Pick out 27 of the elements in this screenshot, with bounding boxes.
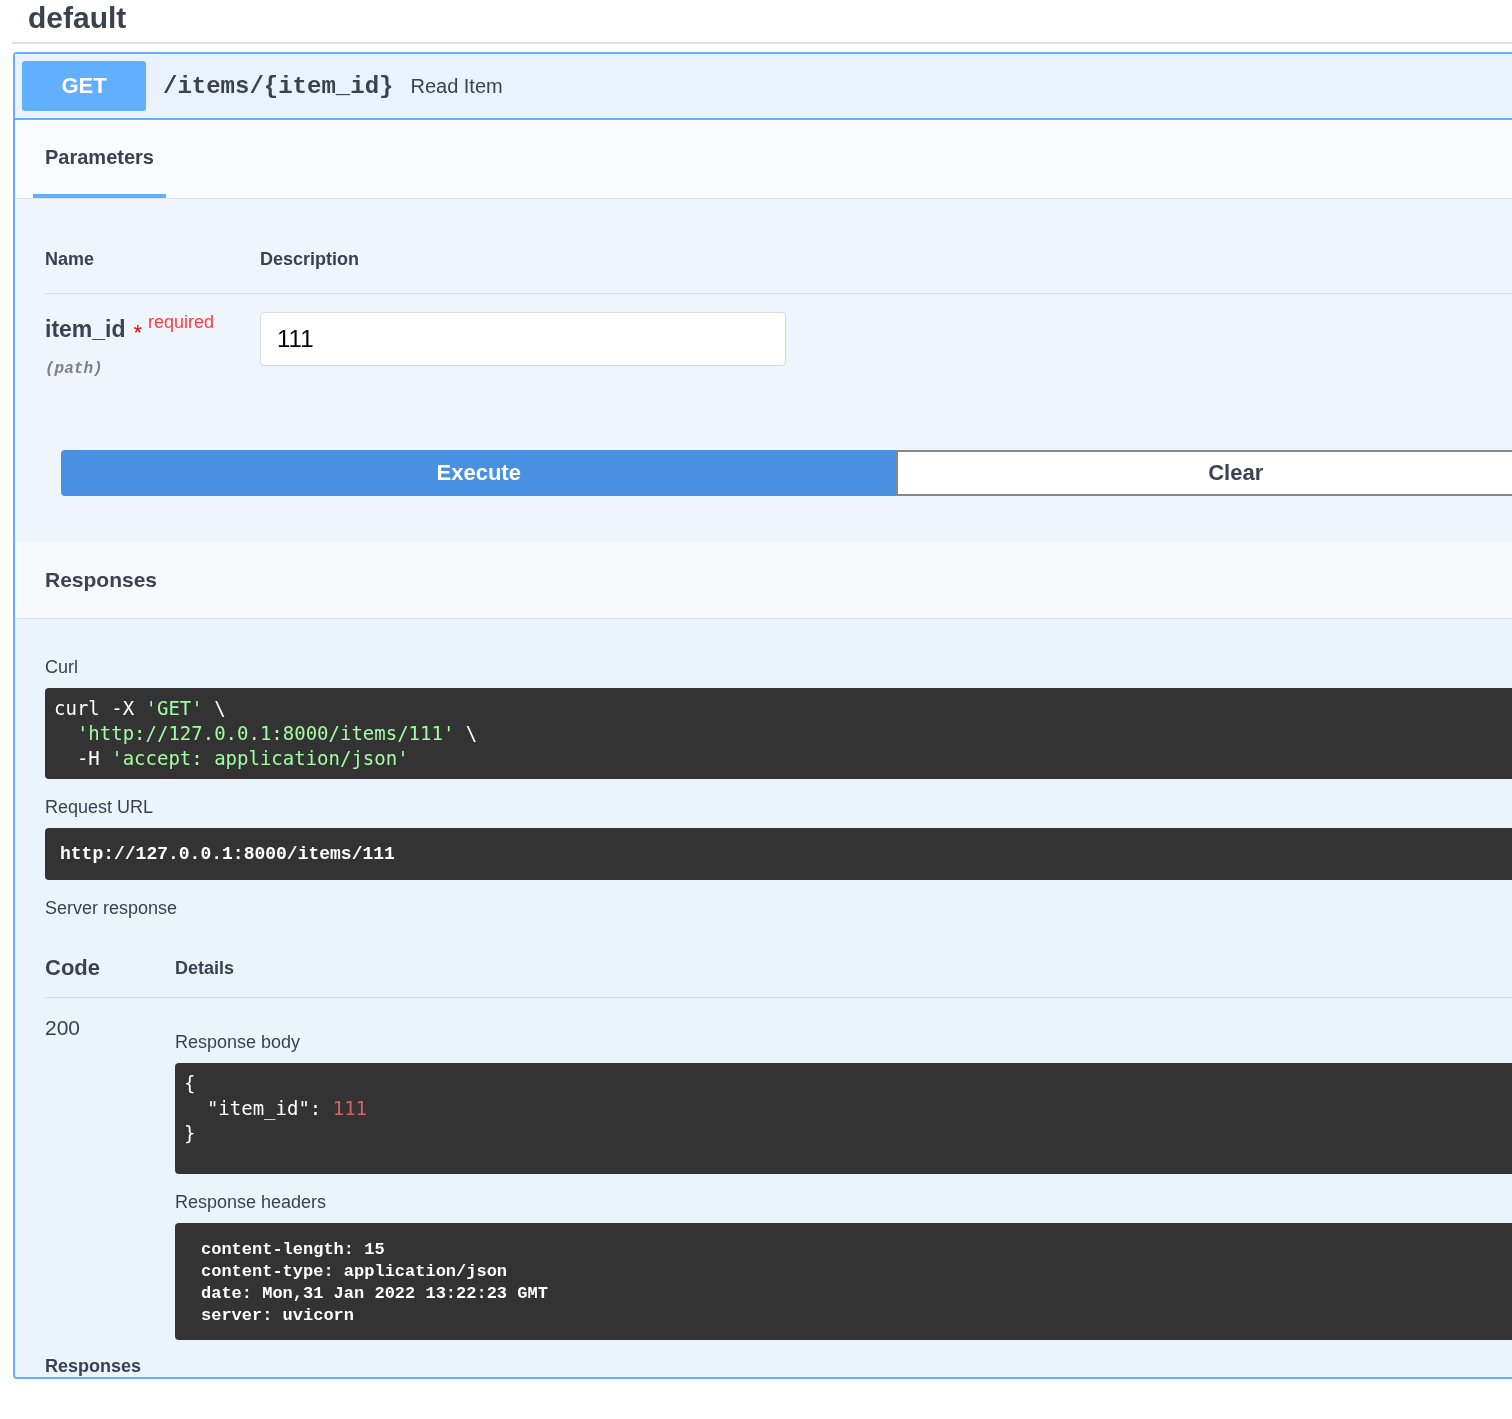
responses-heading: Responses: [45, 568, 158, 592]
section-title: default: [27, 0, 128, 36]
clear-button[interactable]: Clear: [896, 450, 1512, 496]
column-header: Description: [260, 249, 360, 271]
curl-label: Curl: [45, 657, 78, 678]
parameter-name: item_id: [45, 316, 126, 343]
response-body-label: Response body: [175, 1032, 302, 1053]
method-badge: GET: [22, 61, 146, 111]
responses-heading: Responses: [45, 1356, 142, 1377]
response-headers-block: content-length: 15 content-type: application/json date: Mon,31 Jan 2022 13:22:23 GMT server: uvicorn: [175, 1223, 1512, 1340]
server-response-label: Server response: [45, 898, 178, 919]
endpoint-summary: Read Item: [410, 74, 503, 98]
response-headers-label: Response headers: [175, 1192, 328, 1213]
column-header: Code: [45, 955, 101, 981]
curl-code-block: curl -X 'GET' \ 'http://127.0.0.1:8000/items/111' \ -H 'accept: application/json': [45, 688, 1512, 779]
request-url-label: Request URL: [45, 797, 154, 818]
operation-summary[interactable]: GET /items/{item_id} Read Item: [15, 54, 1512, 120]
required-mark: *: [133, 320, 143, 346]
parameter-location: (path): [45, 360, 104, 378]
column-header: Name: [45, 249, 96, 271]
status-code: 200: [45, 1016, 82, 1041]
response-body-block: { "item_id": 111 }: [175, 1063, 1512, 1174]
required-label: required: [148, 312, 215, 333]
endpoint-path: /items/{item_id}: [163, 72, 394, 100]
request-url-block: http://127.0.0.1:8000/items/111: [45, 828, 1512, 880]
input-field[interactable]: 111: [260, 312, 786, 366]
column-header: Details: [175, 957, 235, 979]
